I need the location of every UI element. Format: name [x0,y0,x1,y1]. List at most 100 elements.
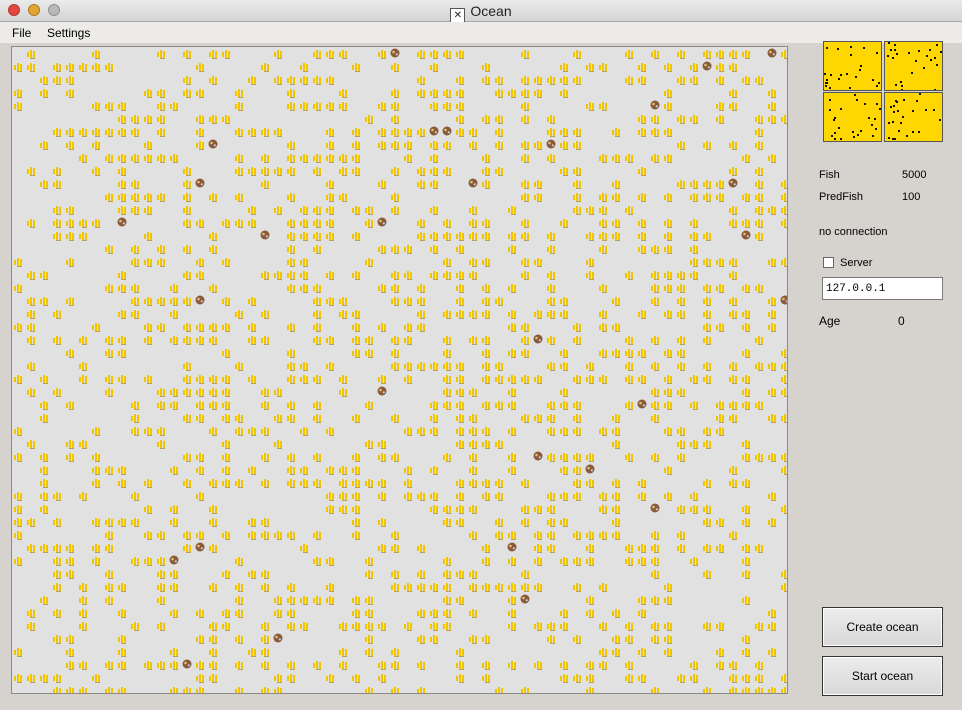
fish-icon [664,245,672,254]
fish-icon [378,180,386,189]
fish-icon [482,635,490,644]
fish-icon [157,245,165,254]
fish-icon [404,375,412,384]
fish-icon [742,375,750,384]
minimap-quadrant-1[interactable] [823,41,882,91]
fish-icon [495,76,503,85]
fish-icon [560,492,568,501]
fish-icon [105,193,113,202]
fish-icon [521,414,529,423]
fish-icon [105,154,113,163]
fish-icon [534,258,542,267]
fish-icon [235,154,243,163]
fish-icon [495,531,503,540]
fish-icon [183,180,191,189]
fish-icon [326,219,334,228]
fish-icon [261,180,269,189]
fish-icon [625,661,633,670]
start-ocean-button[interactable]: Start ocean [822,656,943,696]
fish-icon [144,232,152,241]
fish-icon [131,128,139,137]
fish-icon [287,414,295,423]
fish-icon [326,180,334,189]
fish-icon [131,622,139,631]
minimap-canvas [888,93,941,140]
fish-icon [560,297,568,306]
fish-icon [157,115,165,124]
minimap-dot [876,52,878,54]
fish-icon [417,427,425,436]
fish-icon [92,141,100,150]
fish-icon [27,50,35,59]
fish-icon [456,661,464,670]
minimap-dot [896,53,898,55]
create-ocean-button[interactable]: Create ocean [822,607,943,647]
fish-icon [40,141,48,150]
fish-icon [157,154,165,163]
minimap-quadrant-3[interactable] [823,92,882,142]
server-checkbox[interactable] [823,257,834,268]
fish-icon [768,388,776,397]
minimap-quadrant-4[interactable] [884,92,943,142]
fish-icon [92,219,100,228]
fish-icon [14,258,22,267]
fish-icon [781,206,787,215]
fish-icon [66,401,74,410]
fish-icon [222,219,230,228]
fish-icon [222,50,230,59]
fish-icon [443,453,451,462]
fish-icon [521,115,529,124]
menu-settings[interactable]: Settings [47,26,90,40]
fish-icon [53,492,61,501]
fish-icon [131,427,139,436]
ip-address-input[interactable] [822,277,943,300]
fish-icon [625,271,633,280]
fish-icon [495,128,503,137]
fish-icon [599,245,607,254]
fish-icon [274,609,282,618]
fish-icon [547,297,555,306]
fish-icon [586,674,594,683]
fish-icon [27,167,35,176]
fish-icon [508,89,516,98]
fish-icon [729,414,737,423]
ocean-grid[interactable] [11,46,788,694]
fish-icon [66,297,74,306]
title-bar: ✕ Ocean [0,0,962,23]
fish-icon [638,76,646,85]
fish-icon [716,180,724,189]
fish-icon [495,297,503,306]
fish-icon [443,362,451,371]
fish-icon [482,674,490,683]
fish-icon [469,479,477,488]
fish-icon [664,219,672,228]
fish-icon [287,596,295,605]
fish-icon [456,414,464,423]
fish-icon [586,258,594,267]
fish-icon [443,310,451,319]
fish-icon [183,362,191,371]
fish-icon [105,63,113,72]
fish-icon [612,531,620,540]
fish-icon [456,102,464,111]
fish-icon [742,453,750,462]
menu-file[interactable]: File [12,26,31,40]
fish-icon [534,89,542,98]
fish-icon [196,492,204,501]
fish-icon [456,375,464,384]
fish-icon [53,232,61,241]
fish-icon [443,596,451,605]
fish-icon [105,583,113,592]
fish-icon [300,375,308,384]
minimap-quadrant-2[interactable] [884,41,943,91]
fish-icon [183,167,191,176]
fish-icon [521,219,529,228]
fish-icon [625,375,633,384]
fish-icon [248,219,256,228]
fish-icon [118,167,126,176]
minimap-dot [872,79,874,81]
fish-icon [105,570,113,579]
fish-icon [196,336,204,345]
fish-icon [14,674,22,683]
fish-icon [339,50,347,59]
